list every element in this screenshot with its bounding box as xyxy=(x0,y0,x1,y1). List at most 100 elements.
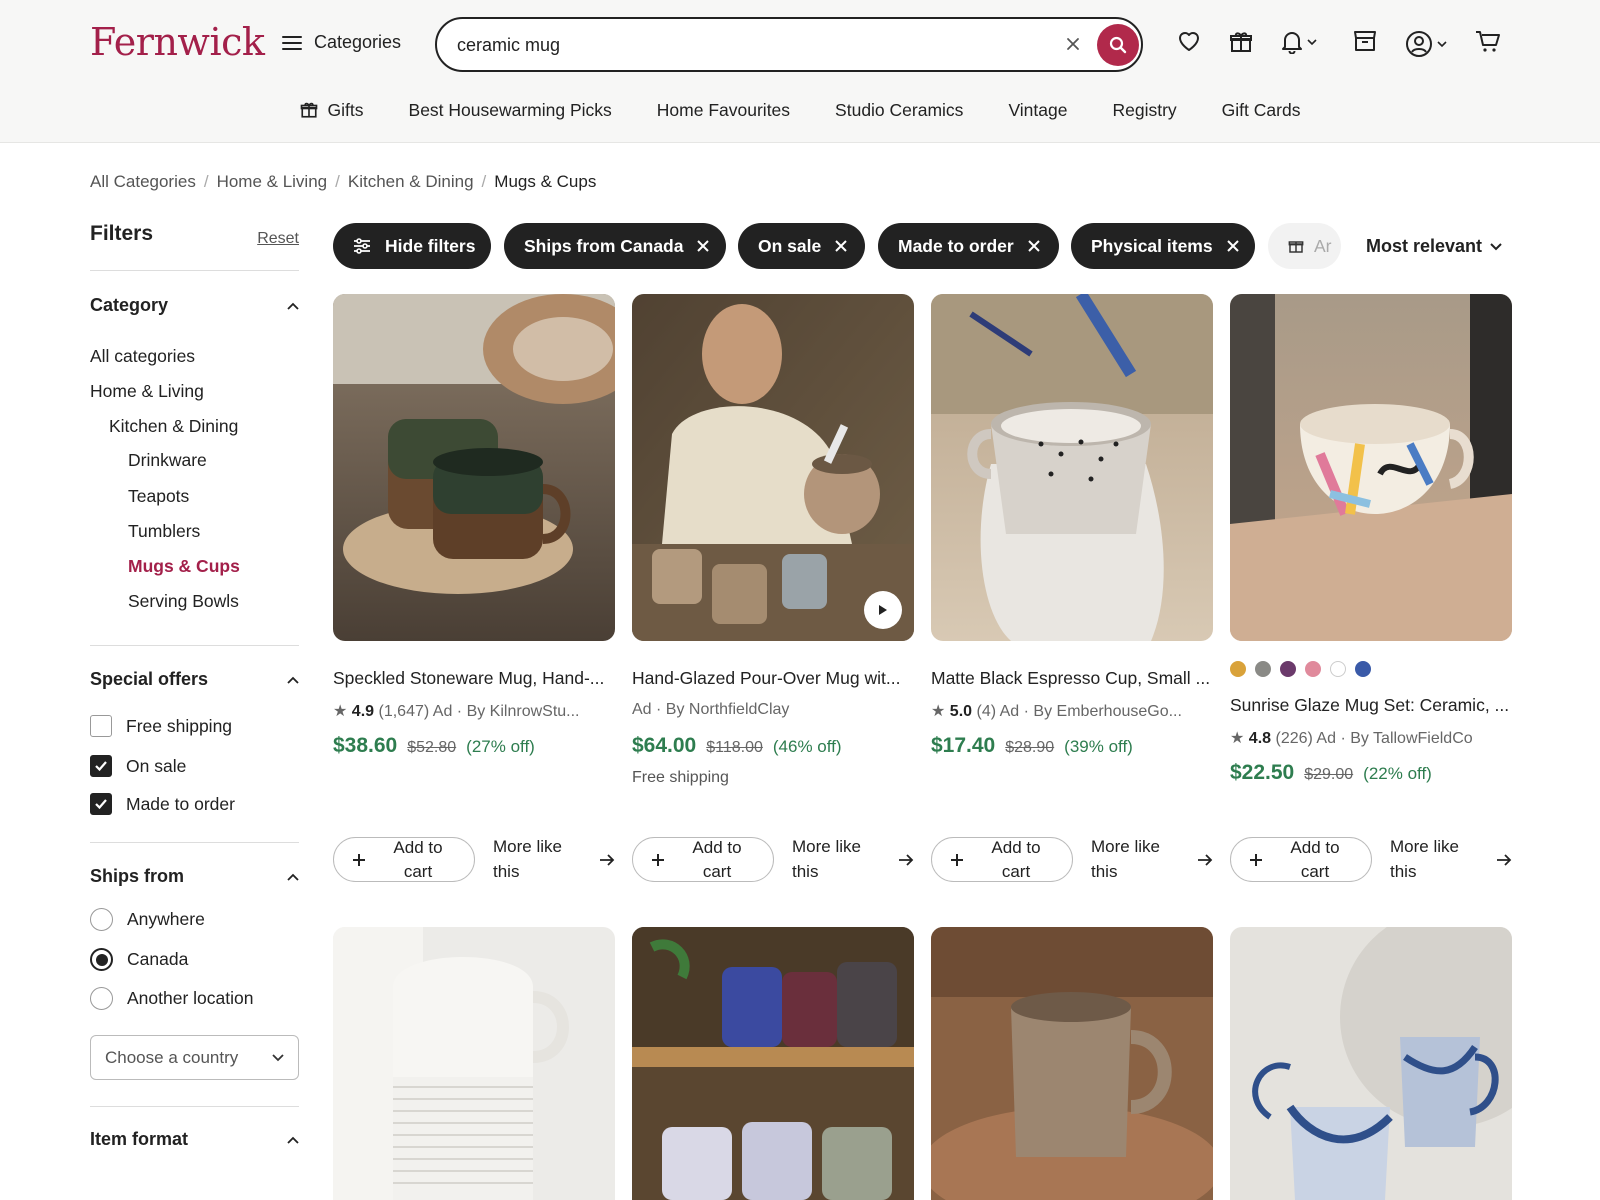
category-link[interactable]: Serving Bowls xyxy=(128,592,239,611)
swatch[interactable] xyxy=(1280,661,1296,677)
nav-item-gift-cards[interactable]: Gift Cards xyxy=(1222,95,1301,125)
chip-partial[interactable]: Ar xyxy=(1268,223,1341,269)
checkmark-icon xyxy=(94,798,108,810)
category-link-active[interactable]: Mugs & Cups xyxy=(128,557,240,576)
category-link[interactable]: Tumblers xyxy=(128,522,200,541)
categories-button[interactable]: Categories xyxy=(282,32,401,53)
category-link[interactable]: Drinkware xyxy=(128,451,207,470)
made-to-order-checkbox[interactable]: Made to order xyxy=(90,793,235,815)
product-title[interactable]: Sunrise Glaze Mug Set: Ceramic, ... xyxy=(1230,695,1512,716)
nav-item-studio-ceramics[interactable]: Studio Ceramics xyxy=(835,95,963,125)
product-image[interactable] xyxy=(333,927,615,1200)
swatch[interactable] xyxy=(1255,661,1271,677)
category-link[interactable]: Teapots xyxy=(128,487,189,506)
nav-item-home-favourites[interactable]: Home Favourites xyxy=(657,95,790,125)
breadcrumb-link[interactable]: All Categories xyxy=(90,172,196,192)
button-label: Add to cart xyxy=(991,837,1041,881)
category-section-toggle[interactable]: Category xyxy=(90,295,299,316)
search-button[interactable] xyxy=(1097,24,1139,66)
product-meta: ★ 4.8 (226) Ad · By TallowFieldCo xyxy=(1230,730,1473,747)
shop-name[interactable]: By NorthfieldClay xyxy=(666,701,790,718)
add-to-cart-button[interactable]: Add to cart xyxy=(632,837,774,882)
cart-icon[interactable] xyxy=(1475,30,1501,54)
product-image[interactable] xyxy=(931,294,1213,641)
product-title[interactable]: Hand-Glazed Pour-Over Mug wit... xyxy=(632,668,914,689)
gift-icon[interactable] xyxy=(1229,30,1253,54)
swatch[interactable] xyxy=(1230,661,1246,677)
category-link[interactable]: Home & Living xyxy=(90,382,204,401)
nav-item-gifts[interactable]: Gifts xyxy=(300,95,364,125)
free-shipping-checkbox[interactable]: Free shipping xyxy=(90,715,232,737)
product-image[interactable] xyxy=(1230,927,1512,1200)
nav-item-registry[interactable]: Registry xyxy=(1112,95,1176,125)
price-row: $22.50 $29.00 (22% off) xyxy=(1230,761,1432,785)
more-like-this-link[interactable]: More like this xyxy=(792,837,914,882)
nav-item-housewarming[interactable]: Best Housewarming Picks xyxy=(409,95,612,125)
account-avatar-icon[interactable] xyxy=(1405,30,1447,58)
product-title[interactable]: Speckled Stoneware Mug, Hand-... xyxy=(333,668,615,689)
more-like-this-link[interactable]: More like this xyxy=(493,837,615,882)
country-select[interactable]: Choose a country xyxy=(90,1035,299,1080)
divider xyxy=(90,842,299,843)
checkbox-box-checked xyxy=(90,793,112,815)
price-row: $17.40 $28.90 (39% off) xyxy=(931,734,1133,758)
shop-name[interactable]: By KilnrowStu... xyxy=(467,703,580,720)
play-video-button[interactable] xyxy=(864,591,902,629)
more-like-this-link[interactable]: More like this xyxy=(1390,837,1512,882)
chevron-down-icon xyxy=(272,1053,284,1062)
breadcrumb-link[interactable]: Kitchen & Dining xyxy=(348,172,474,192)
ships-another-location-radio[interactable]: Another location xyxy=(90,987,253,1010)
chip-ships-from-canada[interactable]: Ships from Canada xyxy=(504,223,726,269)
add-to-cart-button[interactable]: Add to cart xyxy=(333,837,475,882)
chevron-down-icon xyxy=(1490,242,1502,251)
arrow-right-icon xyxy=(898,853,914,867)
item-format-section-toggle[interactable]: Item format xyxy=(90,1129,299,1150)
breadcrumb-link[interactable]: Home & Living xyxy=(217,172,328,192)
chip-made-to-order[interactable]: Made to order xyxy=(878,223,1059,269)
close-icon[interactable] xyxy=(835,240,847,252)
product-meta: Ad · By NorthfieldClay xyxy=(632,701,790,718)
category-link[interactable]: All categories xyxy=(90,347,195,366)
notifications-bell-icon[interactable] xyxy=(1281,30,1317,54)
ad-label: Ad xyxy=(999,703,1020,720)
product-image[interactable] xyxy=(632,294,914,641)
add-to-cart-button[interactable]: Add to cart xyxy=(1230,837,1372,882)
product-image[interactable] xyxy=(931,927,1213,1200)
product-title[interactable]: Matte Black Espresso Cup, Small ... xyxy=(931,668,1213,689)
nav-item-vintage[interactable]: Vintage xyxy=(1008,95,1067,125)
reset-filters-link[interactable]: Reset xyxy=(257,230,299,248)
swatch[interactable] xyxy=(1330,661,1346,677)
brand-logo[interactable]: Fernwick xyxy=(90,20,265,64)
ships-canada-radio[interactable]: Canada xyxy=(90,948,188,971)
close-icon[interactable] xyxy=(1226,240,1239,252)
product-image[interactable] xyxy=(333,294,615,641)
close-icon[interactable] xyxy=(697,240,710,252)
close-icon[interactable] xyxy=(1028,240,1040,252)
more-like-this-link[interactable]: More like this xyxy=(1091,837,1213,882)
shop-store-icon[interactable] xyxy=(1353,30,1377,52)
clear-search-icon[interactable] xyxy=(1063,34,1083,54)
swatch[interactable] xyxy=(1305,661,1321,677)
ships-anywhere-radio[interactable]: Anywhere xyxy=(90,908,205,931)
chevron-up-icon xyxy=(287,302,299,310)
special-offers-section-toggle[interactable]: Special offers xyxy=(90,669,299,690)
add-to-cart-button[interactable]: Add to cart xyxy=(931,837,1073,882)
shop-name[interactable]: By TallowFieldCo xyxy=(1350,730,1472,747)
ships-from-section-toggle[interactable]: Ships from xyxy=(90,866,299,887)
on-sale-checkbox[interactable]: On sale xyxy=(90,755,186,777)
product-image[interactable] xyxy=(632,927,914,1200)
hide-filters-button[interactable]: Hide filters xyxy=(333,223,491,269)
review-count: (4) xyxy=(976,703,997,720)
category-link[interactable]: Kitchen & Dining xyxy=(109,417,238,436)
chip-physical-items[interactable]: Physical items xyxy=(1071,223,1255,269)
product-image[interactable] xyxy=(1230,294,1512,641)
chip-on-sale[interactable]: On sale xyxy=(738,223,865,269)
swatch[interactable] xyxy=(1355,661,1371,677)
chevron-up-icon xyxy=(287,676,299,684)
favorites-heart-icon[interactable] xyxy=(1177,30,1201,52)
shop-name[interactable]: By EmberhouseGo... xyxy=(1033,703,1182,720)
checkbox-label: Free shipping xyxy=(126,715,233,736)
product-meta: ★ 4.9 (1,647) Ad · By KilnrowStu... xyxy=(333,703,580,720)
search-input[interactable] xyxy=(457,31,1017,59)
sort-dropdown[interactable]: Most relevant xyxy=(1366,236,1502,257)
